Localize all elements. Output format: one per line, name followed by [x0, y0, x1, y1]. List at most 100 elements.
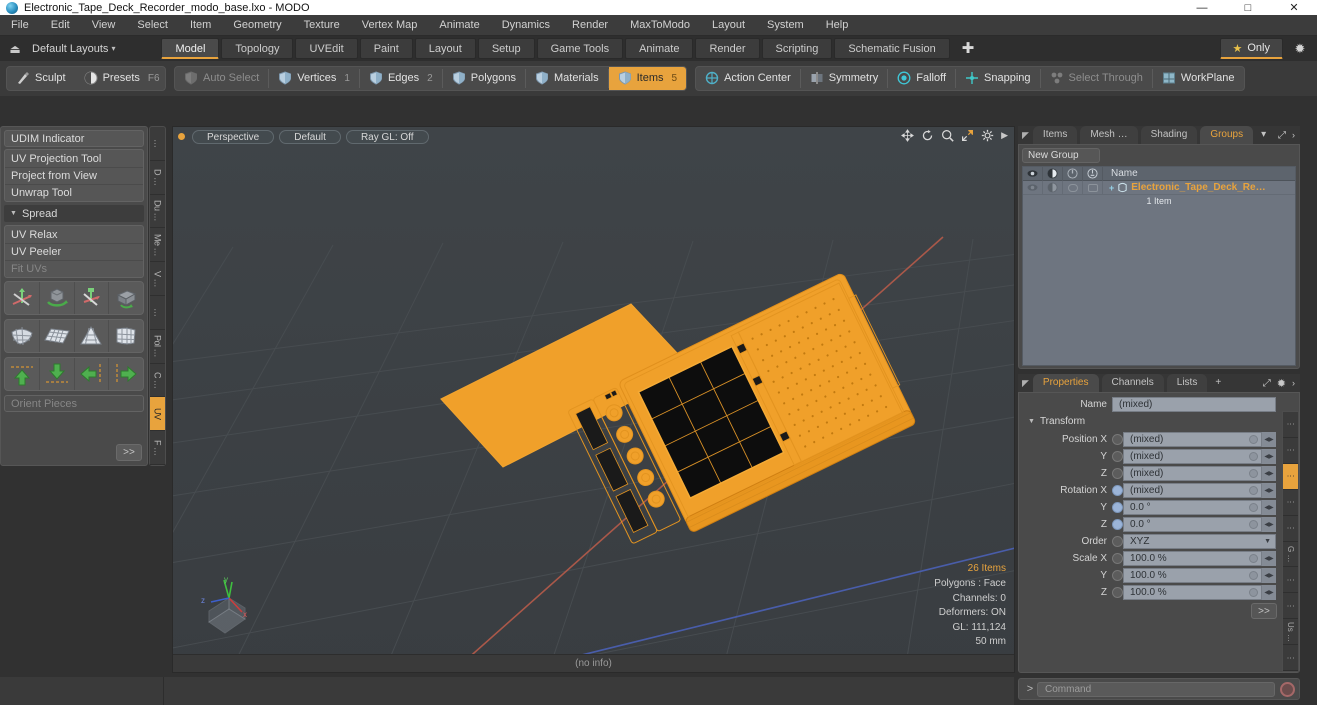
property-spinner[interactable]: ◀▶	[1262, 567, 1276, 583]
property-radio[interactable]	[1112, 433, 1123, 445]
expand-icon[interactable]: ⤢	[1263, 378, 1271, 389]
chevron-right-icon[interactable]: ›	[1292, 130, 1295, 140]
groups-tab-mesh[interactable]: Mesh …	[1080, 126, 1138, 144]
property-anim-dot[interactable]	[1249, 485, 1258, 495]
select-through-button[interactable]: Select Through	[1041, 67, 1152, 90]
select-mode-items[interactable]: Items 5	[608, 66, 687, 90]
select-mode-auto-select[interactable]: Auto Select	[175, 67, 268, 90]
workplane-button[interactable]: WorkPlane	[1153, 67, 1244, 90]
property-radio[interactable]	[1112, 467, 1123, 479]
order-radio[interactable]	[1112, 535, 1123, 547]
properties-tab-lists[interactable]: Lists	[1166, 374, 1208, 392]
select-mode-polygons[interactable]: Polygons	[443, 67, 525, 90]
transform-section-header[interactable]: ▼ Transform	[1022, 414, 1296, 429]
property-radio[interactable]	[1112, 552, 1123, 564]
properties-vtab-8[interactable]: Us …	[1283, 619, 1298, 646]
property-radio[interactable]	[1112, 484, 1123, 496]
layout-tab-uvedit[interactable]: UVEdit	[295, 38, 358, 59]
property-spinner[interactable]: ◀▶	[1262, 550, 1276, 566]
uv-move-right-icon[interactable]	[109, 358, 143, 390]
uv-rotate-cube-icon[interactable]	[40, 282, 75, 314]
property-value-field[interactable]: (mixed)	[1123, 465, 1262, 481]
properties-vtab-9[interactable]: ⋮	[1283, 645, 1298, 672]
property-spinner[interactable]: ◀▶	[1262, 499, 1276, 515]
properties-vtab-2[interactable]: ⋮	[1283, 463, 1298, 490]
property-anim-dot[interactable]	[1249, 553, 1258, 563]
menu-item-item[interactable]: Item	[179, 15, 222, 36]
menu-item-animate[interactable]: Animate	[428, 15, 490, 36]
property-value-field[interactable]: 100.0 %	[1123, 550, 1262, 566]
command-input[interactable]: Command	[1037, 681, 1275, 697]
uv-taper-grid-icon[interactable]	[75, 320, 110, 352]
property-radio[interactable]	[1112, 569, 1123, 581]
menu-item-layout[interactable]: Layout	[701, 15, 756, 36]
list-item[interactable]: + Electronic_Tape_Deck_Re…	[1103, 182, 1295, 193]
left-vtab-d[interactable]: D …	[150, 161, 165, 195]
layout-tab-layout[interactable]: Layout	[414, 38, 476, 59]
layout-tab-render[interactable]: Render	[695, 38, 760, 59]
panel-menu-icon[interactable]: ◤	[1018, 130, 1033, 141]
gear-icon[interactable]: ✹	[1283, 41, 1317, 57]
left-vtab-v[interactable]: V …	[150, 262, 165, 296]
rotate-icon[interactable]	[921, 129, 934, 142]
menu-item-system[interactable]: System	[756, 15, 815, 36]
record-icon[interactable]	[1280, 681, 1295, 697]
menu-item-geometry[interactable]: Geometry	[222, 15, 292, 36]
properties-tab-channels[interactable]: Channels	[1101, 374, 1164, 392]
left-vtab-dots[interactable]: …	[150, 127, 165, 161]
groups-tab-groups[interactable]: Groups	[1200, 126, 1254, 144]
chevron-right-icon[interactable]: ▶	[1001, 130, 1008, 141]
unwrap-tool-button[interactable]: Unwrap Tool	[5, 184, 143, 201]
select-mode-edges[interactable]: Edges 2	[360, 67, 442, 90]
property-value-field[interactable]: 0.0 °	[1123, 499, 1262, 515]
expand-more-button[interactable]: >>	[116, 444, 142, 461]
minimize-button[interactable]: —	[1179, 0, 1225, 15]
default-layouts-label[interactable]: Default Layouts	[26, 43, 115, 55]
menu-item-texture[interactable]: Texture	[293, 15, 351, 36]
table-row[interactable]: + Electronic_Tape_Deck_Re…	[1023, 180, 1295, 195]
uv-projection-tool-button[interactable]: UV Projection Tool	[5, 150, 143, 167]
only-toggle-button[interactable]: ★ Only	[1219, 38, 1283, 59]
groups-tab-items[interactable]: Items	[1032, 126, 1078, 144]
properties-tab-more[interactable]: +	[1210, 374, 1226, 392]
uv-relax-grid-icon[interactable]	[109, 320, 143, 352]
properties-vtab-4[interactable]: ⋮	[1283, 516, 1298, 542]
property-spinner[interactable]: ◀▶	[1262, 465, 1276, 481]
property-anim-dot[interactable]	[1249, 570, 1258, 580]
property-anim-dot[interactable]	[1249, 502, 1258, 512]
property-radio[interactable]	[1112, 450, 1123, 462]
expand-icon[interactable]: ⤢	[1278, 130, 1286, 141]
row-render-toggle[interactable]	[1043, 180, 1063, 195]
properties-vtab-0[interactable]: ⋮	[1283, 412, 1298, 438]
property-spinner[interactable]: ◀▶	[1262, 482, 1276, 498]
shading-mode-button[interactable]: Default	[279, 129, 341, 144]
add-layout-tab-button[interactable]: ✚	[952, 38, 985, 59]
property-anim-dot[interactable]	[1249, 587, 1258, 597]
raygl-button[interactable]: Ray GL: Off	[345, 129, 429, 144]
panel-menu-icon[interactable]: ◤	[1018, 378, 1033, 389]
left-vtab-f[interactable]: F …	[150, 431, 165, 465]
chevron-right-icon[interactable]: ›	[1292, 378, 1295, 388]
layout-tab-model[interactable]: Model	[161, 38, 220, 59]
sculpt-button[interactable]: Sculpt	[7, 67, 75, 90]
left-vtab-uv[interactable]: UV	[150, 397, 165, 432]
uv-projection-gizmo-icon[interactable]	[5, 282, 40, 314]
properties-vtab-6[interactable]: ⋮	[1283, 567, 1298, 594]
property-radio[interactable]	[1112, 518, 1123, 530]
property-spinner[interactable]: ◀▶	[1262, 448, 1276, 464]
order-dropdown[interactable]: XYZ ▼	[1123, 533, 1276, 549]
menu-item-maxtomodo[interactable]: MaxToModo	[619, 15, 701, 36]
zoom-icon[interactable]	[941, 129, 954, 142]
layout-tab-paint[interactable]: Paint	[359, 38, 413, 59]
properties-vtab-5[interactable]: G …	[1283, 542, 1298, 568]
move-icon[interactable]	[901, 129, 914, 142]
name-field[interactable]: (mixed)	[1112, 396, 1276, 412]
property-radio[interactable]	[1112, 501, 1123, 513]
menu-item-file[interactable]: File	[0, 15, 40, 36]
uv-relax-button[interactable]: UV Relax	[5, 226, 143, 243]
properties-vtab-1[interactable]: ⋮	[1283, 438, 1298, 464]
property-radio[interactable]	[1112, 586, 1123, 598]
layout-tab-scripting[interactable]: Scripting	[761, 38, 833, 59]
property-spinner[interactable]: ◀▶	[1262, 431, 1276, 447]
render-icon[interactable]	[1043, 166, 1063, 181]
